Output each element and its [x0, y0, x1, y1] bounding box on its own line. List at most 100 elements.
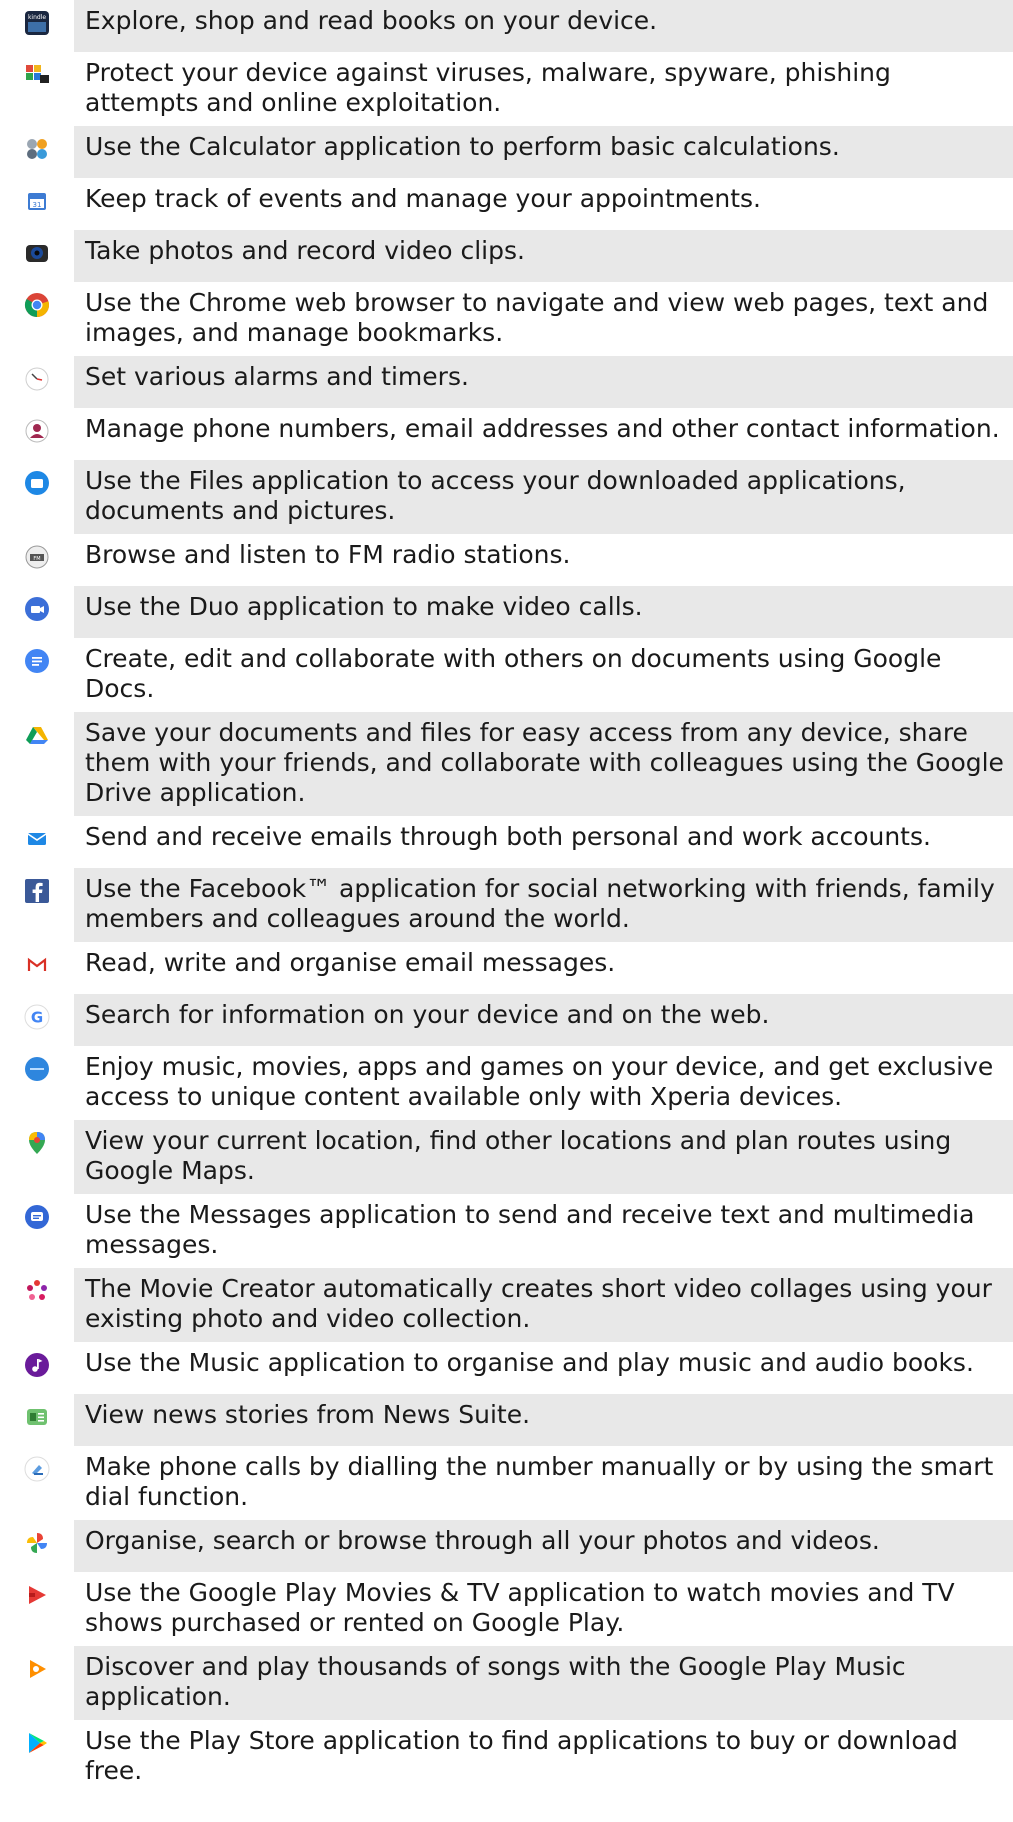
icon-cell: 31 [0, 178, 74, 230]
icon-cell [0, 408, 74, 460]
svg-text:31: 31 [33, 201, 42, 209]
table-row: kindle Explore, shop and read books on yo… [0, 0, 1013, 52]
files-icon [24, 470, 50, 496]
app-description: Create, edit and collaborate with others… [85, 644, 942, 703]
app-description: Use the Music application to organise an… [85, 1348, 974, 1377]
drive-icon [24, 722, 50, 748]
icon-cell [0, 1342, 74, 1394]
app-description: Use the Play Store application to find a… [85, 1726, 958, 1785]
icon-cell [0, 460, 74, 534]
svg-text:G: G [31, 1009, 43, 1027]
icon-cell [0, 1646, 74, 1720]
chrome-icon [24, 292, 50, 318]
gmail-icon [24, 952, 50, 978]
table-row: Use the Play Store application to find a… [0, 1720, 1013, 1794]
app-description: Send and receive emails through both per… [85, 822, 931, 851]
table-row: Enjoy music, movies, apps and games on y… [0, 1046, 1013, 1120]
calculator-icon [24, 136, 50, 162]
apps-table: kindle Explore, shop and read books on yo… [0, 0, 1013, 1794]
table-row: Use the Facebook™ application for social… [0, 868, 1013, 942]
app-description: Browse and listen to FM radio stations. [85, 540, 571, 569]
table-row: Read, write and organise email messages. [0, 942, 1013, 994]
table-row: Use the Music application to organise an… [0, 1342, 1013, 1394]
play-store-icon [24, 1730, 50, 1756]
icon-cell [0, 1572, 74, 1646]
table-row: Use the Chrome web browser to navigate a… [0, 282, 1013, 356]
antivirus-icon [24, 62, 50, 88]
app-description: Use the Google Play Movies & TV applicat… [85, 1578, 955, 1637]
contacts-icon [24, 418, 50, 444]
app-description: Set various alarms and timers. [74, 356, 1013, 408]
table-row: G Search for information on your device a… [0, 994, 1013, 1046]
app-description: Organise, search or browse through all y… [74, 1520, 1013, 1572]
icon-cell [0, 1446, 74, 1520]
table-row: Set various alarms and timers. [0, 356, 1013, 408]
table-row: Take photos and record video clips. [0, 230, 1013, 282]
table-row: Use the Google Play Movies & TV applicat… [0, 1572, 1013, 1646]
icon-cell [0, 712, 74, 816]
icon-cell [0, 816, 74, 868]
table-row: Organise, search or browse through all y… [0, 1520, 1013, 1572]
icon-cell [0, 1520, 74, 1572]
icon-cell [0, 1120, 74, 1194]
play-movies-icon [24, 1582, 50, 1608]
table-row: Create, edit and collaborate with others… [0, 638, 1013, 712]
email-icon [24, 826, 50, 852]
icon-cell [0, 1720, 74, 1794]
app-description: Save your documents and files for easy a… [74, 712, 1013, 816]
icon-cell [0, 1194, 74, 1268]
icon-cell [0, 638, 74, 712]
table-row: Save your documents and files for easy a… [0, 712, 1013, 816]
play-music-icon [24, 1656, 50, 1682]
icon-cell [0, 282, 74, 356]
app-description: Read, write and organise email messages. [85, 948, 616, 977]
xperia-lounge-icon [24, 1056, 50, 1082]
icon-cell [0, 1394, 74, 1446]
app-description: Use the Calculator application to perfor… [74, 126, 1013, 178]
app-description: Use the Chrome web browser to navigate a… [85, 288, 989, 347]
app-description: Discover and play thousands of songs wit… [74, 1646, 1013, 1720]
app-description: Protect your device against viruses, mal… [85, 58, 891, 117]
app-description: Enjoy music, movies, apps and games on y… [85, 1052, 994, 1111]
app-description: Make phone calls by dialling the number … [85, 1452, 994, 1511]
icon-cell [0, 52, 74, 126]
table-row: Protect your device against viruses, mal… [0, 52, 1013, 126]
phone-icon [24, 1456, 50, 1482]
app-description: Use the Files application to access your… [74, 460, 1013, 534]
icon-cell: kindle [0, 0, 74, 52]
app-description: Take photos and record video clips. [74, 230, 1013, 282]
table-row: Send and receive emails through both per… [0, 816, 1013, 868]
calendar-icon: 31 [24, 188, 50, 214]
table-row: Use the Duo application to make video ca… [0, 586, 1013, 638]
messages-icon [24, 1204, 50, 1230]
icon-cell [0, 586, 74, 638]
app-description: The Movie Creator automatically creates … [74, 1268, 1013, 1342]
icon-cell [0, 1268, 74, 1342]
clock-icon [24, 366, 50, 392]
table-row: Use the Calculator application to perfor… [0, 126, 1013, 178]
app-description: Explore, shop and read books on your dev… [74, 0, 1013, 52]
icon-cell [0, 1046, 74, 1120]
maps-icon [24, 1130, 50, 1156]
table-row: View news stories from News Suite. [0, 1394, 1013, 1446]
music-icon [24, 1352, 50, 1378]
icon-cell: FM [0, 534, 74, 586]
docs-icon [24, 648, 50, 674]
table-row: 31 Keep track of events and manage your a… [0, 178, 1013, 230]
svg-text:FM: FM [33, 556, 40, 562]
app-description: Keep track of events and manage your app… [85, 184, 761, 213]
app-description: Use the Duo application to make video ca… [74, 586, 1013, 638]
facebook-icon [24, 878, 50, 904]
photos-icon [24, 1530, 50, 1556]
icon-cell: G [0, 994, 74, 1046]
app-description: Use the Facebook™ application for social… [74, 868, 1013, 942]
kindle-icon: kindle [24, 10, 50, 36]
movie-creator-icon [24, 1278, 50, 1304]
icon-cell [0, 868, 74, 942]
camera-icon [24, 240, 50, 266]
icon-cell [0, 942, 74, 994]
table-row: Use the Messages application to send and… [0, 1194, 1013, 1268]
table-row: Make phone calls by dialling the number … [0, 1446, 1013, 1520]
app-description: View news stories from News Suite. [74, 1394, 1013, 1446]
table-row: View your current location, find other l… [0, 1120, 1013, 1194]
